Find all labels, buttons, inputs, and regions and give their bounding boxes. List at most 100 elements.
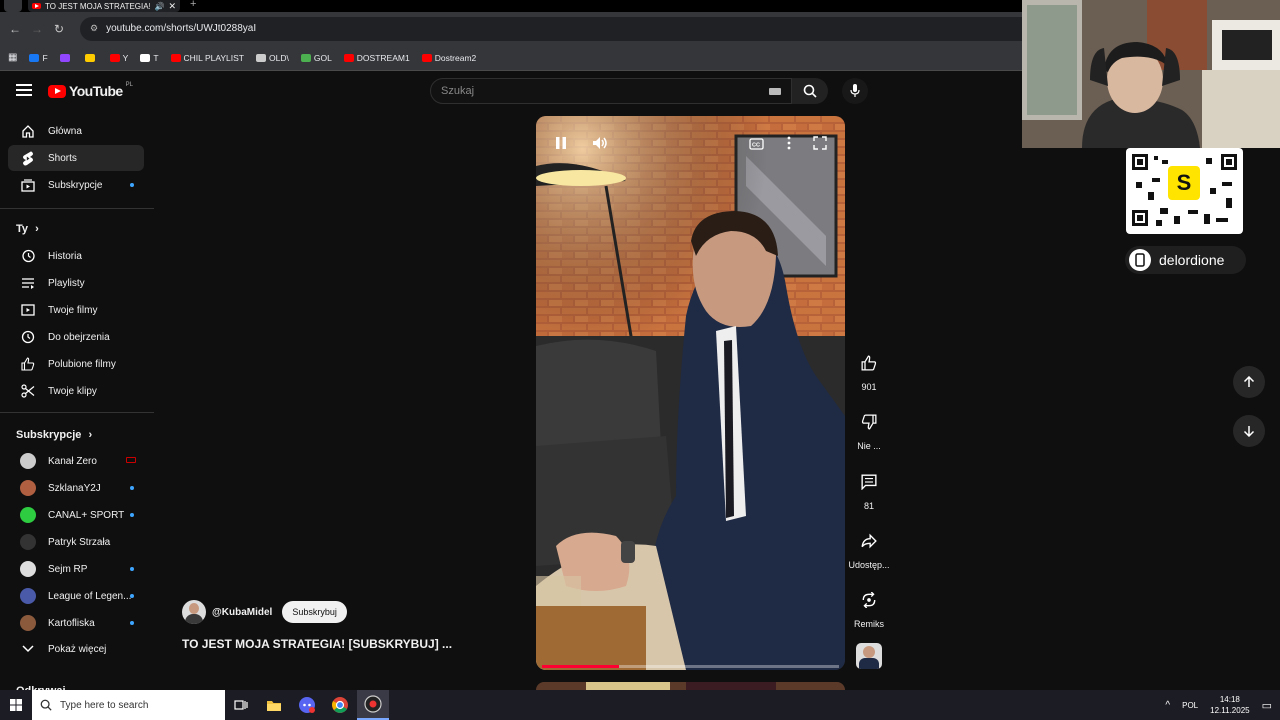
show-more-button[interactable]: Pokaż więcej xyxy=(8,636,144,662)
audio-track-thumbnail[interactable] xyxy=(856,643,882,669)
address-bar[interactable]: ⚙ youtube.com/shorts/UWJt0288yaI xyxy=(80,16,1060,41)
qr-code-image: S xyxy=(1130,152,1239,230)
short-video-player[interactable]: CC xyxy=(536,116,845,670)
subscriptions-icon xyxy=(21,179,35,192)
subscription-item[interactable]: Patryk Strzała xyxy=(8,529,144,555)
show-more-label: Pokaż więcej xyxy=(48,643,107,655)
tab-title: TO JEST MOJA STRATEGIA! xyxy=(45,1,151,11)
new-content-dot xyxy=(130,183,134,187)
streamer-tag: delordione xyxy=(1125,246,1246,274)
sidebar-item-liked[interactable]: Polubione filmy xyxy=(8,351,144,377)
language-indicator[interactable]: POL xyxy=(1182,701,1198,710)
like-action[interactable]: 901 xyxy=(848,348,890,392)
subscription-label: Sejm RP xyxy=(48,563,88,575)
remix-action[interactable]: Remiks xyxy=(848,585,890,629)
clock[interactable]: 14:18 12.11.2025 xyxy=(1210,694,1249,716)
bookmark-item[interactable]: Y xyxy=(109,53,128,63)
you-section-heading[interactable]: Ty › xyxy=(16,223,39,235)
search-button[interactable] xyxy=(792,78,828,104)
subscription-item[interactable]: Kartofliska xyxy=(8,610,144,636)
bookmark-item[interactable]: Dostream2 xyxy=(421,53,476,63)
obs-app[interactable] xyxy=(357,690,389,720)
bookmark-item[interactable]: T xyxy=(140,53,159,63)
search-input[interactable]: Szukaj xyxy=(430,78,792,104)
subscribe-button[interactable]: Subskrybuj xyxy=(282,601,347,623)
tab-close-icon[interactable]: ✕ xyxy=(168,1,180,12)
sidebar-item-home[interactable]: Główna xyxy=(8,118,144,144)
fullscreen-button[interactable] xyxy=(813,136,827,155)
dislike-action[interactable]: Nie ... xyxy=(848,407,890,451)
task-view-button[interactable] xyxy=(225,690,257,720)
bookmark-item[interactable]: DOSTREAM1 xyxy=(343,53,410,63)
windows-icon xyxy=(10,699,22,711)
bookmark-item[interactable]: F xyxy=(29,53,48,63)
bookmark-favicon-icon xyxy=(140,53,151,62)
more-vertical-icon xyxy=(787,136,791,150)
reload-icon[interactable]: ↻ xyxy=(48,22,70,36)
sidebar-item-watch-later[interactable]: Do obejrzenia xyxy=(8,324,144,350)
more-options-button[interactable] xyxy=(786,136,792,155)
share-action[interactable]: Udostęp... xyxy=(848,526,890,570)
short-title[interactable]: TO JEST MOJA STRATEGIA! [SUBSKRYBUJ] ... xyxy=(182,637,452,651)
discord-app[interactable] xyxy=(291,690,323,720)
subscriptions-section-heading[interactable]: Subskrypcje › xyxy=(16,429,92,441)
sidebar-item-history[interactable]: Historia xyxy=(8,243,144,269)
channel-avatar[interactable] xyxy=(182,600,206,624)
subscription-label: CANAL+ SPORT xyxy=(48,509,125,521)
sidebar-item-your-videos[interactable]: Twoje filmy xyxy=(8,297,144,323)
volume-button[interactable] xyxy=(592,136,608,155)
forward-icon[interactable]: → xyxy=(26,22,48,36)
channel-name[interactable]: @KubaMidel xyxy=(212,607,272,618)
subscription-item[interactable]: Sejm RP xyxy=(8,556,144,582)
active-tab[interactable]: TO JEST MOJA STRATEGIA! 🔊 ✕ xyxy=(28,0,180,12)
pause-button[interactable] xyxy=(554,136,568,155)
subscription-label: Patryk Strzała xyxy=(48,536,111,548)
keyboard-icon[interactable] xyxy=(769,88,781,95)
chevron-up-icon[interactable]: ^ xyxy=(1165,700,1170,711)
task-view-icon xyxy=(234,700,248,710)
sidebar-item-label: Playlisty xyxy=(48,277,85,289)
voice-search-button[interactable] xyxy=(842,78,868,104)
menu-icon[interactable] xyxy=(16,84,32,98)
taskbar-search-input[interactable]: Type here to search xyxy=(32,690,225,720)
captions-button[interactable]: CC xyxy=(749,137,764,155)
history-icon xyxy=(22,249,35,263)
subscription-item[interactable]: Kanał Zero xyxy=(8,448,144,474)
search-icon xyxy=(40,699,52,711)
subscription-label: SzklanaY2J xyxy=(48,482,101,494)
bookmark-favicon-icon xyxy=(256,53,266,62)
sidebar-item-playlists[interactable]: Playlisty xyxy=(8,270,144,296)
subscription-item[interactable]: League of Legen... xyxy=(8,583,144,609)
tab-menu-button[interactable] xyxy=(4,0,22,12)
bookmark-favicon-icon xyxy=(170,53,181,62)
comments-action[interactable]: 81 xyxy=(848,467,890,511)
file-explorer-app[interactable] xyxy=(258,690,290,720)
youtube-logo[interactable]: YouTube PL xyxy=(48,82,133,99)
subscription-item[interactable]: CANAL+ SPORT xyxy=(8,502,144,528)
sidebar-item-shorts[interactable]: Shorts xyxy=(8,145,144,171)
bookmark-item[interactable]: CHIL PLAYLIST xyxy=(170,53,244,63)
notifications-icon[interactable]: ▭ xyxy=(1262,699,1272,712)
bookmark-item[interactable] xyxy=(59,53,73,62)
like-count: 901 xyxy=(861,382,877,392)
audio-playing-icon[interactable]: 🔊 xyxy=(154,2,164,11)
previous-short-button[interactable] xyxy=(1233,366,1265,398)
chrome-app[interactable] xyxy=(324,690,356,720)
bookmark-item[interactable] xyxy=(84,53,98,62)
site-info-icon[interactable]: ⚙ xyxy=(90,23,98,34)
youtube-favicon-icon xyxy=(32,3,41,9)
record-icon xyxy=(364,695,382,713)
back-icon[interactable]: ← xyxy=(4,22,26,36)
sidebar-item-clips[interactable]: Twoje klipy xyxy=(8,378,144,404)
next-short-button[interactable] xyxy=(1233,415,1265,447)
subscription-item[interactable]: SzklanaY2J xyxy=(8,475,144,501)
sidebar-item-subscriptions[interactable]: Subskrypcje xyxy=(8,172,144,198)
bookmark-item[interactable]: OLD\ xyxy=(256,53,289,63)
bookmark-item[interactable]: GOL xyxy=(300,53,332,63)
home-icon xyxy=(22,125,34,138)
progress-track[interactable] xyxy=(542,665,839,668)
apps-icon[interactable]: ▦ xyxy=(8,52,17,63)
start-button[interactable] xyxy=(0,690,32,720)
microphone-icon xyxy=(850,84,860,97)
new-tab-button[interactable]: + xyxy=(190,0,196,10)
